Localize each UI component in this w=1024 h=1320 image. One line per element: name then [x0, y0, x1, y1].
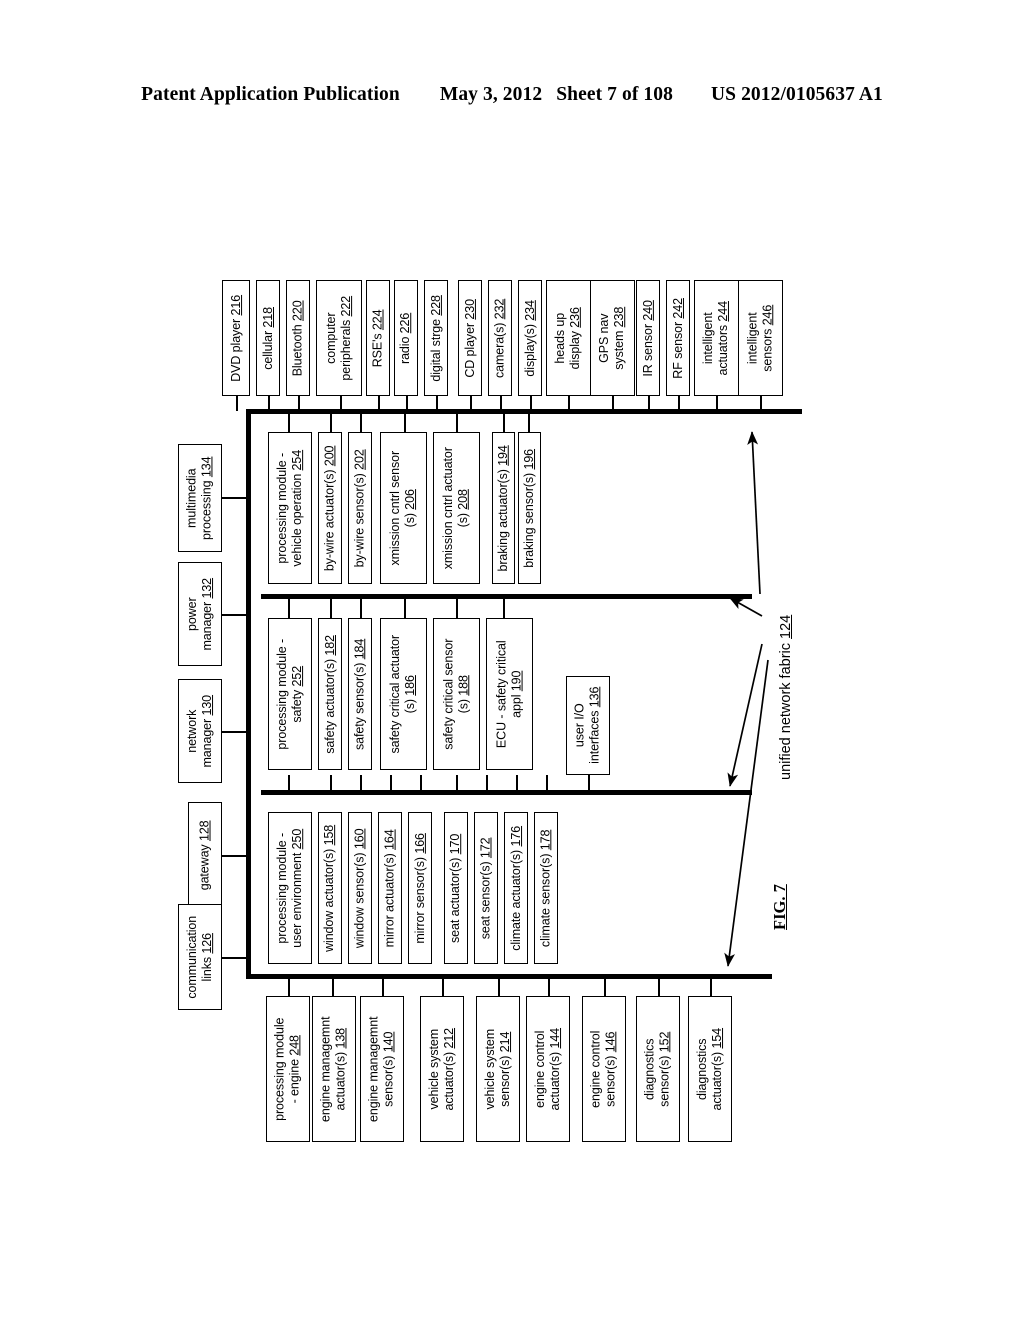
fabric-label-text: unified network fabric [778, 638, 794, 780]
unified-network-fabric-label: unified network fabric 124 [778, 615, 794, 780]
fabric-ref: 124 [778, 614, 794, 639]
patent-figure-page: Patent Application Publication May 3, 20… [0, 0, 1024, 1320]
figure-7-diagram: DVD player 216 cellular 218 Bluetooth 22… [0, 0, 1024, 1320]
figure-caption-text: FIG. 7 [770, 884, 789, 930]
figure-caption: FIG. 7 [770, 884, 790, 930]
callout-arrows [724, 431, 769, 967]
